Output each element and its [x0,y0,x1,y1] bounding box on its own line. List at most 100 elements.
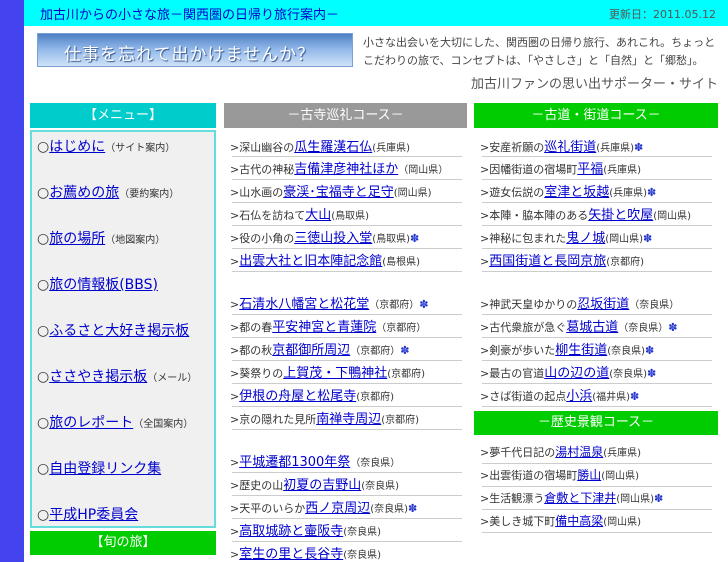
list-item[interactable]: >最古の官道山の辺の道(奈良県)✽ [480,362,656,381]
item-link[interactable]: 高取城跡と壷阪寺 [239,524,343,539]
list-item[interactable]: >因幡街道の宿場町平福(兵庫県) [480,158,641,177]
item-link[interactable]: 上賀茂・下鴨神社 [283,366,387,381]
item-link[interactable]: 忍坂街道 [577,297,629,312]
item-link[interactable]: 巡礼街道 [544,140,596,155]
list-item[interactable]: >都の秋京都御所周辺（京都府）✽ [230,339,409,358]
menu-item-label[interactable]: 自由登録リンク集 [49,461,161,477]
item-region: (福井県) [592,392,631,403]
list-item[interactable]: >平城遷都1300年祭（奈良県） [230,451,400,470]
item-link[interactable]: 平福 [577,162,603,177]
menu-item[interactable]: ○ふるさと大好き掲示板 [37,320,189,340]
list-item[interactable]: >美しき城下町備中高梁(岡山県) [480,512,641,529]
item-link[interactable]: 西国街道と長岡京旅 [489,254,606,269]
item-link[interactable]: 勝山 [577,468,601,482]
item-prefix: 神秘に包まれた [489,232,567,245]
menu-item-label[interactable]: 旅の情報板(BBS) [49,277,158,293]
menu-item[interactable]: ○平成HP委員会 [37,504,138,524]
item-link[interactable]: 室生の里と長谷寺 [239,547,343,562]
menu-item-label[interactable]: はじめに [49,139,105,155]
item-link[interactable]: 南禅寺周辺 [316,412,381,427]
item-link[interactable]: 平城遷都1300年祭 [239,455,350,470]
item-link[interactable]: 山の辺の道 [544,366,609,381]
site-title[interactable]: 加古川からの小さな旅－関西圏の日帰り旅行案内－ [40,4,339,23]
list-item[interactable]: >天平のいらか西ノ京周辺(奈良県)✽ [230,497,417,516]
divider [482,532,712,533]
menu-item[interactable]: ○お薦めの旅（要約案内） [37,182,179,202]
list-item[interactable]: >石仏を訪ねて大山(鳥取県) [230,204,369,223]
intro-line-2: こだわりの旅で、コンセプトは、「やさしさ」と「自然」と「郷愁」。 [363,54,704,67]
list-item[interactable]: >室生の里と長谷寺(奈良県) [230,543,381,562]
list-item[interactable]: >神秘に包まれた鬼ノ城(岡山県)✽ [480,227,652,246]
list-item[interactable]: >古代衆旅が急ぐ葛城古道（奈良県）✽ [480,316,677,335]
item-link[interactable]: 室津と坂越 [544,185,609,200]
list-item[interactable]: >夢千代日記の湯村温泉(兵庫県) [480,443,641,460]
bullet-glyph: > [230,456,240,469]
item-link[interactable]: 出雲大社と旧本陣記念館 [239,254,382,269]
item-link[interactable]: 三徳山投入堂 [294,231,372,246]
item-link[interactable]: 葛城古道 [566,320,618,335]
item-region: (奈良県) [607,346,646,357]
item-link[interactable]: 大山 [305,208,331,223]
item-prefix: 深山幽谷の [239,141,295,154]
item-link[interactable]: 湯村温泉 [555,445,603,459]
item-link[interactable]: 初夏の吉野山 [283,478,361,493]
bullet-glyph: > [480,492,490,505]
list-item[interactable]: >伊根の舟屋と松尾寺(京都府) [230,385,394,404]
item-link[interactable]: 伊根の舟屋と松尾寺 [239,389,356,404]
list-item[interactable]: >深山幽谷の瓜生羅漢石仏(兵庫県) [230,136,410,155]
banner-image: 仕事を忘れて出かけませんか？ [37,33,353,67]
item-link[interactable]: 小浜 [566,389,592,404]
menu-item-label[interactable]: 旅のレポート [49,415,133,431]
menu-item-label[interactable]: お薦めの旅 [49,185,119,201]
new-star-icon: ✽ [645,344,655,357]
list-item[interactable]: >さば街道の起点小浜(福井県)✽ [480,385,639,404]
item-region: (兵庫県) [603,165,642,176]
menu-item[interactable]: ○旅の情報板(BBS) [37,274,158,294]
list-item[interactable]: >出雲街道の宿場町勝山(岡山県) [480,466,639,483]
menu-bullet: ○ [37,185,50,201]
list-item[interactable]: >安産祈願の巡礼街道(兵庫県)✽ [480,136,643,155]
list-item[interactable]: >石清水八幡宮と松花堂（京都府）✽ [230,293,428,312]
item-link[interactable]: 西ノ京周辺 [305,501,370,516]
item-link[interactable]: 京都御所周辺 [272,343,350,358]
list-item[interactable]: >歴史の山初夏の吉野山(奈良県) [230,474,399,493]
new-star-icon: ✽ [668,321,678,334]
list-item[interactable]: >本陣・脇本陣のある矢掛と吹屋(岡山県) [480,204,691,223]
menu-item-label[interactable]: ふるさと大好き掲示板 [49,323,189,339]
menu-item-label[interactable]: 旅の場所 [49,231,105,247]
item-link[interactable]: 柳生街道 [555,343,607,358]
list-item[interactable]: >都の春平安神宮と青蓮院（京都府） [230,316,426,335]
item-link[interactable]: 吉備津彦神社ほか [294,162,398,177]
item-link[interactable]: 鬼ノ城 [566,231,605,246]
list-item[interactable]: >神武天皇ゆかりの忍坂街道（奈良県） [480,293,679,312]
list-item[interactable]: >出雲大社と旧本陣記念館(島根県) [230,250,420,269]
menu-item-label[interactable]: ささやき掲示板 [49,369,147,385]
item-link[interactable]: 平安神宮と青蓮院 [272,320,376,335]
item-link[interactable]: 矢掛と吹屋 [588,208,653,223]
menu-item[interactable]: ○旅のレポート（全国案内） [37,412,193,432]
menu-item[interactable]: ○旅の場所（地図案内） [37,228,165,248]
menu-item-sub: （サイト案内） [105,143,176,154]
menu-item-label[interactable]: 平成HP委員会 [49,507,138,523]
list-item[interactable]: >古代の神秘吉備津彦神社ほか（岡山県） [230,158,448,177]
menu-item[interactable]: ○はじめに（サイト案内） [37,136,175,156]
list-item[interactable]: >役の小角の三徳山投入堂(鳥取県)✽ [230,227,419,246]
menu-item[interactable]: ○ささやき掲示板（メール） [37,366,197,386]
bullet-glyph: > [480,390,490,403]
item-link[interactable]: 備中高梁 [555,514,603,528]
list-item[interactable]: >西国街道と長岡京旅(京都府) [480,250,644,269]
list-item[interactable]: >葵祭りの上賀茂・下鴨神社(京都府) [230,362,425,381]
list-item[interactable]: >剣豪が歩いた柳生街道(奈良県)✽ [480,339,654,358]
menu-bullet: ○ [37,323,50,339]
item-link[interactable]: 石清水八幡宮と松花堂 [239,297,369,312]
list-item[interactable]: >山水画の豪渓･宝福寺と足守(岡山県) [230,181,432,200]
item-link[interactable]: 豪渓･宝福寺と足守 [283,185,394,200]
item-link[interactable]: 倉敷と下津井 [544,491,616,505]
divider [482,406,712,407]
list-item[interactable]: >遊女伝説の室津と坂越(兵庫県)✽ [480,181,656,200]
list-item[interactable]: >生活観漂う倉敷と下津井(岡山県)✽ [480,489,663,506]
menu-item[interactable]: ○自由登録リンク集 [37,458,161,478]
item-link[interactable]: 瓜生羅漢石仏 [294,140,372,155]
list-item[interactable]: >京の隠れた見所南禅寺周辺(京都府) [230,408,419,427]
list-item[interactable]: >高取城跡と壷阪寺(奈良県) [230,520,381,539]
